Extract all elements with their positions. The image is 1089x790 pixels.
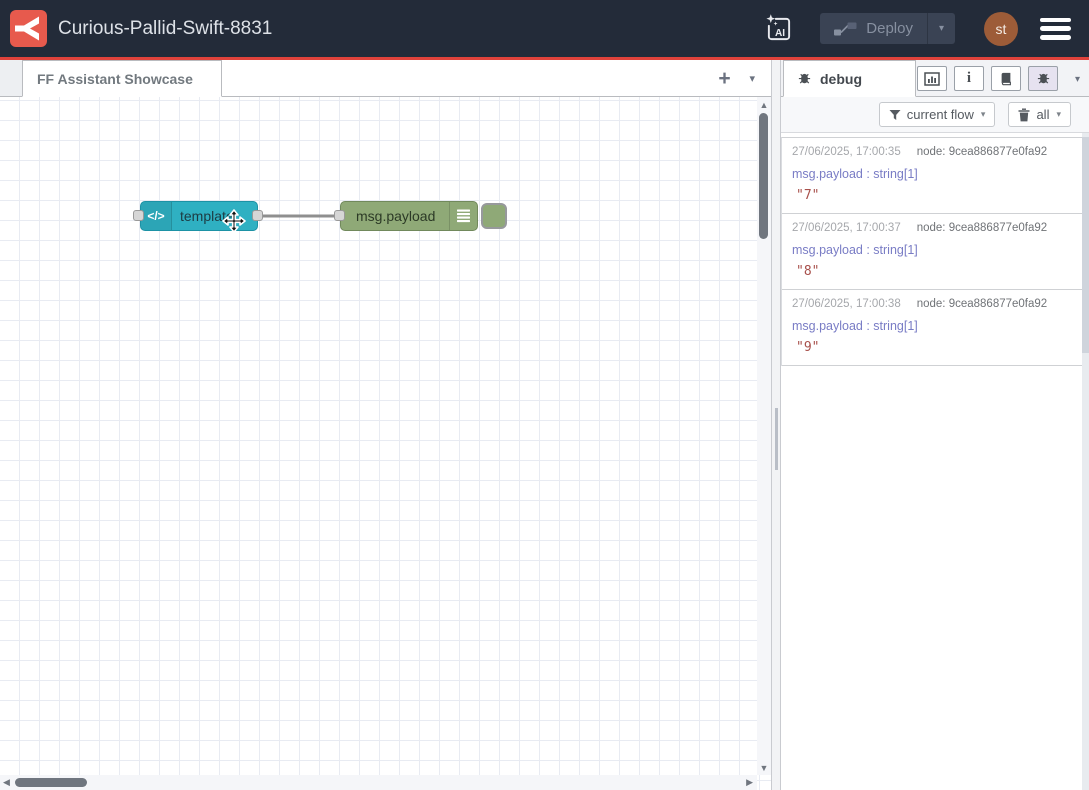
app-header: Curious-Pallid-Swift-8831 AI Deploy ▾ st [0, 0, 1089, 60]
tab-dashboard-button[interactable] [917, 66, 947, 91]
debug-message[interactable]: 27/06/2025, 17:00:37 node: 9cea886877e0f… [782, 214, 1082, 290]
ai-assistant-button[interactable]: AI [762, 11, 796, 47]
template-code-icon: </> [141, 202, 172, 230]
info-icon: i [967, 71, 971, 86]
message-node-id: node: 9cea886877e0fa92 [917, 298, 1047, 311]
template-output-port[interactable] [252, 210, 263, 221]
deploy-button[interactable]: Deploy ▾ [820, 13, 955, 44]
main-area: FF Assistant Showcase + ▾ </> template m… [0, 60, 1089, 790]
node-debug[interactable]: msg.payload [340, 201, 478, 231]
flow-list-caret[interactable]: ▾ [749, 72, 755, 85]
trash-icon [1018, 108, 1030, 122]
scroll-up-arrow-icon[interactable]: ▲ [757, 100, 771, 110]
user-avatar[interactable]: st [984, 12, 1018, 46]
sidebar-tabs-caret[interactable]: ▾ [1075, 74, 1080, 85]
canvas-horizontal-scrollbar[interactable]: ◀ ▶ [0, 775, 757, 790]
message-timestamp: 27/06/2025, 17:00:35 [792, 146, 901, 159]
flow-tabbar: FF Assistant Showcase + ▾ [0, 60, 771, 97]
scroll-down-arrow-icon[interactable]: ▼ [757, 763, 771, 773]
book-icon [999, 72, 1013, 86]
horizontal-scroll-thumb[interactable] [15, 778, 87, 787]
debug-panel-scrollbar[interactable] [1082, 133, 1089, 790]
message-value: "7" [792, 189, 1072, 203]
node-debug-label: msg.payload [341, 208, 449, 224]
canvas-vertical-scrollbar[interactable]: ▲ ▼ [757, 97, 771, 775]
scroll-left-arrow-icon[interactable]: ◀ [3, 775, 10, 790]
sidebar-tab-buttons: i [917, 66, 1058, 91]
ai-sparkle-icon: AI [763, 12, 795, 46]
move-cursor [222, 209, 246, 233]
menu-bar [1040, 26, 1071, 31]
debug-clear-button[interactable]: all ▾ [1008, 102, 1071, 127]
filter-funnel-icon [889, 109, 901, 121]
tab-debug-button[interactable] [1028, 66, 1058, 91]
tab-help-button[interactable] [991, 66, 1021, 91]
debug-toolbar: current flow ▾ all ▾ [781, 97, 1089, 133]
tab-info-button[interactable]: i [954, 66, 984, 91]
add-flow-button[interactable]: + [711, 67, 737, 91]
message-timestamp: 27/06/2025, 17:00:38 [792, 298, 901, 311]
deploy-label: Deploy [866, 20, 913, 37]
debug-input-port[interactable] [334, 210, 345, 221]
tab-actions: + ▾ [711, 60, 771, 97]
message-value: "9" [792, 341, 1072, 355]
workspace: FF Assistant Showcase + ▾ </> template m… [0, 60, 771, 790]
svg-text:AI: AI [775, 27, 785, 38]
debug-message[interactable]: 27/06/2025, 17:00:38 node: 9cea886877e0f… [782, 290, 1082, 366]
debug-message[interactable]: 27/06/2025, 17:00:35 node: 9cea886877e0f… [782, 138, 1082, 214]
tab-ff-assistant-showcase[interactable]: FF Assistant Showcase [22, 60, 222, 97]
vertical-scroll-thumb[interactable] [759, 113, 768, 239]
flowfuse-logo-icon [10, 10, 47, 47]
header-actions: AI Deploy ▾ st [762, 11, 1077, 47]
message-property[interactable]: msg.payload : string[1] [792, 168, 1072, 181]
message-node-id: node: 9cea886877e0fa92 [917, 222, 1047, 235]
message-property[interactable]: msg.payload : string[1] [792, 244, 1072, 257]
avatar-initials: st [996, 21, 1007, 37]
filter-button-label: current flow [907, 107, 974, 122]
filter-caret-icon: ▾ [981, 109, 986, 120]
tabbar-lead-space [0, 60, 22, 97]
deploy-nodes-icon [834, 22, 857, 36]
debug-enable-toggle[interactable] [481, 203, 507, 229]
debug-filter-button[interactable]: current flow ▾ [879, 102, 996, 127]
bug-icon [1036, 71, 1051, 86]
template-input-port[interactable] [133, 210, 144, 221]
tab-debug-label: debug [820, 71, 862, 87]
deploy-options-caret[interactable]: ▾ [927, 13, 955, 44]
flow-tab-label: FF Assistant Showcase [37, 71, 193, 87]
clear-button-label: all [1036, 107, 1049, 122]
flow-canvas[interactable]: </> template msg.payload [0, 97, 771, 790]
clear-caret-icon: ▾ [1056, 109, 1061, 120]
message-value: "8" [792, 265, 1072, 279]
tab-debug[interactable]: debug [783, 60, 916, 97]
menu-bar [1040, 18, 1071, 23]
scroll-right-arrow-icon[interactable]: ▶ [746, 775, 753, 790]
bar-chart-icon [924, 72, 940, 86]
debug-console-icon [449, 202, 477, 230]
debug-message-list: 27/06/2025, 17:00:35 node: 9cea886877e0f… [781, 137, 1082, 366]
resize-grip [775, 408, 778, 470]
debug-scroll-thumb[interactable] [1082, 137, 1089, 353]
menu-bar [1040, 35, 1071, 40]
sidebar-resize-handle[interactable] [771, 60, 781, 790]
instance-title: Curious-Pallid-Swift-8831 [58, 18, 272, 40]
sidebar: debug i [781, 60, 1089, 790]
message-timestamp: 27/06/2025, 17:00:37 [792, 222, 901, 235]
main-menu-button[interactable] [1040, 18, 1071, 40]
bug-icon [797, 71, 812, 86]
sidebar-tabbar: debug i [781, 60, 1089, 97]
message-node-id: node: 9cea886877e0fa92 [917, 146, 1047, 159]
message-property[interactable]: msg.payload : string[1] [792, 320, 1072, 333]
